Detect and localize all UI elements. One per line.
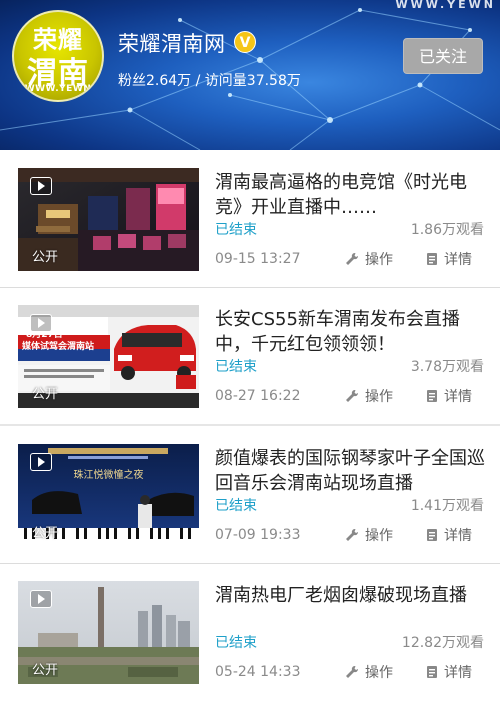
detail-label: 详情 bbox=[444, 389, 472, 405]
document-icon bbox=[427, 390, 437, 402]
status-label: 已结束 bbox=[215, 498, 257, 514]
video-thumbnail[interactable]: 公开 bbox=[18, 581, 199, 684]
video-thumbnail[interactable]: 公开 bbox=[18, 168, 199, 271]
watermark-text: WWW.YEWN bbox=[395, 0, 496, 11]
document-icon bbox=[427, 529, 437, 541]
timestamp: 08-27 16:22 bbox=[215, 388, 301, 404]
channel-header: WWW.YEWN 荣耀 渭南 WWW.YEWN 荣耀渭南网 V 粉丝2.64万 … bbox=[0, 0, 500, 150]
play-icon bbox=[30, 177, 52, 195]
view-count: 3.78万观看 bbox=[410, 359, 484, 375]
detail-label: 详情 bbox=[444, 665, 472, 681]
operate-button[interactable]: 操作 bbox=[345, 525, 393, 545]
detail-label: 详情 bbox=[444, 252, 472, 268]
timestamp: 05-24 14:33 bbox=[215, 664, 301, 680]
visibility-label: 公开 bbox=[32, 663, 59, 678]
operate-button[interactable]: 操作 bbox=[345, 386, 393, 406]
status-label: 已结束 bbox=[215, 359, 257, 375]
detail-button[interactable]: 详情 bbox=[426, 662, 472, 682]
item-title[interactable]: 渭南热电厂老烟囱爆破现场直播 bbox=[215, 583, 485, 608]
operate-label: 操作 bbox=[365, 389, 393, 405]
timestamp: 09-15 13:27 bbox=[215, 251, 301, 267]
document-icon bbox=[427, 253, 437, 265]
video-thumbnail[interactable]: 珠江悦微憧之夜 公开 bbox=[18, 444, 199, 547]
view-count: 12.82万观看 bbox=[401, 635, 484, 651]
operate-label: 操作 bbox=[365, 252, 393, 268]
wrench-icon bbox=[346, 528, 359, 541]
play-icon bbox=[30, 314, 52, 332]
follow-button[interactable]: 已关注 bbox=[403, 38, 483, 74]
timestamp: 07-09 19:33 bbox=[215, 527, 301, 543]
live-list: 公开 渭南最高逼格的电竞馆《时光电竞》开业直播中…… 已结束 1.86万观看 0… bbox=[0, 150, 500, 700]
detail-button[interactable]: 详情 bbox=[426, 249, 472, 269]
operate-button[interactable]: 操作 bbox=[345, 662, 393, 682]
list-item[interactable]: 8月27日 媒体试驾会渭南站 公开 长安CS55新车渭南发布会直播中，千元红包领… bbox=[0, 287, 500, 424]
document-icon bbox=[427, 666, 437, 678]
operate-button[interactable]: 操作 bbox=[345, 249, 393, 269]
detail-label: 详情 bbox=[444, 528, 472, 544]
status-label: 已结束 bbox=[215, 635, 257, 651]
list-item[interactable]: 公开 渭南最高逼格的电竞馆《时光电竞》开业直播中…… 已结束 1.86万观看 0… bbox=[0, 150, 500, 287]
item-title[interactable]: 颜值爆表的国际钢琴家叶子全国巡回音乐会渭南站现场直播 bbox=[215, 446, 485, 496]
visibility-label: 公开 bbox=[32, 526, 59, 541]
detail-button[interactable]: 详情 bbox=[426, 525, 472, 545]
list-item[interactable]: 珠江悦微憧之夜 公开 颜值爆表的国际钢琴家叶子全国巡回音乐会渭南站现场直播 已结… bbox=[0, 426, 500, 563]
channel-stats: 粉丝2.64万 / 访问量37.58万 bbox=[118, 73, 301, 89]
view-count: 1.86万观看 bbox=[410, 222, 484, 238]
detail-button[interactable]: 详情 bbox=[426, 386, 472, 406]
wrench-icon bbox=[346, 665, 359, 678]
operate-label: 操作 bbox=[365, 528, 393, 544]
operate-label: 操作 bbox=[365, 665, 393, 681]
play-icon bbox=[30, 453, 52, 471]
visibility-label: 公开 bbox=[32, 387, 59, 402]
channel-logo[interactable]: 荣耀 渭南 WWW.YEWN bbox=[12, 10, 104, 102]
video-thumbnail[interactable]: 8月27日 媒体试驾会渭南站 公开 bbox=[18, 305, 199, 408]
play-icon bbox=[30, 590, 52, 608]
thumbnail-headline: 媒体试驾会渭南站 bbox=[22, 342, 95, 352]
list-item[interactable]: 公开 渭南热电厂老烟囱爆破现场直播 已结束 12.82万观看 05-24 14:… bbox=[0, 563, 500, 700]
status-label: 已结束 bbox=[215, 222, 257, 238]
wrench-icon bbox=[346, 389, 359, 402]
item-title[interactable]: 长安CS55新车渭南发布会直播中，千元红包领领领！ bbox=[215, 307, 485, 357]
wrench-icon bbox=[346, 252, 359, 265]
logo-url: WWW.YEWN bbox=[24, 84, 92, 94]
visibility-label: 公开 bbox=[32, 250, 59, 265]
channel-name: 荣耀渭南网 bbox=[118, 32, 226, 56]
item-title[interactable]: 渭南最高逼格的电竞馆《时光电竞》开业直播中…… bbox=[215, 170, 485, 220]
view-count: 1.41万观看 bbox=[410, 498, 484, 514]
verified-badge-icon: V bbox=[234, 31, 256, 53]
